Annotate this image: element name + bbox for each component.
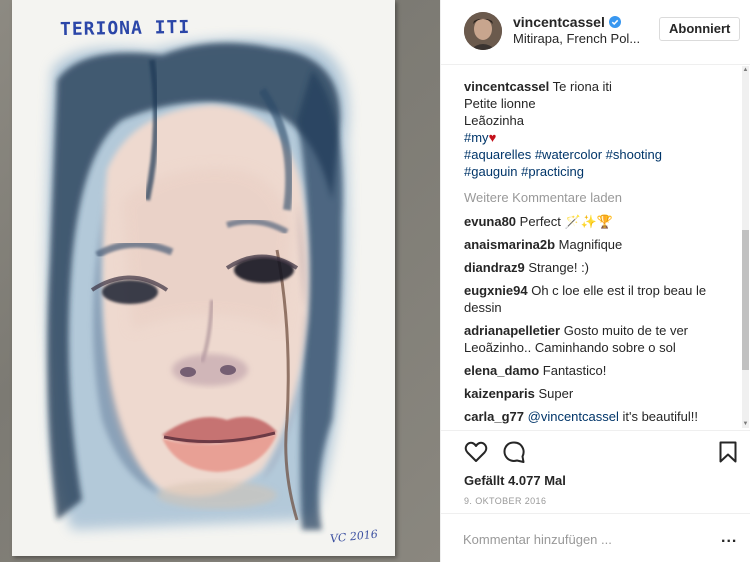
heart-icon[interactable] bbox=[463, 439, 489, 465]
comment-list: evuna80 Perfect 🪄✨🏆 anaismarina2b Magnif… bbox=[464, 213, 726, 430]
likes-count[interactable]: Gefällt 4.077 Mal bbox=[464, 473, 566, 488]
comment-text: Fantastico! bbox=[542, 363, 607, 378]
speech-bubble-icon[interactable] bbox=[501, 439, 527, 465]
post-header: vincentcassel Mitirapa, French Pol... Ab… bbox=[441, 0, 750, 65]
comment-author[interactable]: evuna80 bbox=[464, 214, 516, 229]
comments-area[interactable]: vincentcassel Te riona iti Petite lionne… bbox=[441, 64, 745, 430]
comment-text: Magnifique bbox=[558, 237, 623, 252]
comment-author[interactable]: anaismarina2b bbox=[464, 237, 555, 252]
caption-author[interactable]: vincentcassel bbox=[464, 79, 549, 94]
verified-badge-icon bbox=[608, 16, 621, 28]
avatar-image bbox=[464, 12, 502, 50]
watercolor-portrait bbox=[46, 38, 349, 531]
comment-text: Strange! :) bbox=[528, 260, 590, 275]
comment-author[interactable]: adrianapelletier bbox=[464, 323, 560, 338]
scroll-down-arrow-icon[interactable]: ▼ bbox=[742, 420, 749, 428]
comment: eugxnie94 Oh c loe elle est il trop beau… bbox=[464, 282, 726, 316]
comment-text: Super bbox=[538, 386, 574, 401]
post-caption: vincentcassel Te riona iti Petite lionne… bbox=[464, 78, 734, 180]
heart-emoji-icon: ♥ bbox=[488, 130, 497, 145]
scroll-up-arrow-icon[interactable]: ▲ bbox=[742, 66, 749, 74]
comment: elena_damo Fantastico! bbox=[464, 362, 726, 379]
comment: diandraz9 Strange! :) bbox=[464, 259, 726, 276]
comment: kaizenparis Super bbox=[464, 385, 726, 402]
avatar[interactable] bbox=[464, 12, 502, 50]
comment-text: Perfect 🪄✨🏆 bbox=[519, 214, 614, 229]
comment-author[interactable]: diandraz9 bbox=[464, 260, 525, 275]
caption-line-1: Te riona iti bbox=[552, 79, 612, 94]
add-comment-input[interactable] bbox=[463, 528, 683, 550]
post-photo[interactable]: TERIONA ITI VC 2016 bbox=[0, 0, 440, 562]
comment: adrianapelletier Gosto muito de te ver L… bbox=[464, 322, 726, 356]
post-location[interactable]: Mitirapa, French Pol... bbox=[513, 31, 643, 46]
caption-line-2: Petite lionne bbox=[464, 96, 536, 111]
caption-hashtags-1[interactable]: #aquarelles #watercolor #shooting bbox=[464, 146, 734, 163]
comment-author[interactable]: elena_damo bbox=[464, 363, 539, 378]
follow-button[interactable]: Abonniert bbox=[659, 17, 741, 41]
comment: evuna80 Perfect 🪄✨🏆 bbox=[464, 213, 726, 230]
comment: carla_g77 @vincentcassel it's beautiful!… bbox=[464, 408, 726, 425]
comment-text: it's beautiful!! bbox=[618, 409, 698, 424]
sketch-paper: TERIONA ITI VC 2016 bbox=[12, 0, 395, 556]
painting-title: TERIONA ITI bbox=[59, 16, 191, 41]
add-comment-bar: ... bbox=[441, 513, 750, 563]
more-options-icon[interactable]: ... bbox=[721, 528, 737, 548]
post-details-panel: vincentcassel Mitirapa, French Pol... Ab… bbox=[440, 0, 750, 562]
post-date[interactable]: 9. OKTOBER 2016 bbox=[464, 496, 546, 506]
comment-author[interactable]: carla_g77 bbox=[464, 409, 524, 424]
post-author[interactable]: vincentcassel bbox=[513, 14, 621, 30]
comment-mention[interactable]: @vincentcassel bbox=[528, 409, 619, 424]
comment: anaismarina2b Magnifique bbox=[464, 236, 726, 253]
hashtag-my[interactable]: #my bbox=[464, 130, 489, 145]
caption-line-3: Leãozinha bbox=[464, 113, 524, 128]
load-more-comments[interactable]: Weitere Kommentare laden bbox=[464, 190, 622, 205]
comments-scrollbar[interactable]: ▲ ▼ bbox=[742, 66, 749, 428]
bookmark-icon[interactable] bbox=[715, 439, 741, 465]
caption-hashtags-2[interactable]: #gauguin #practicing bbox=[464, 163, 734, 180]
scrollbar-thumb[interactable] bbox=[742, 230, 749, 370]
post-actions: Gefällt 4.077 Mal 9. OKTOBER 2016 bbox=[441, 430, 750, 513]
comment-author[interactable]: eugxnie94 bbox=[464, 283, 528, 298]
comment-author[interactable]: kaizenparis bbox=[464, 386, 535, 401]
post-author-name[interactable]: vincentcassel bbox=[513, 14, 605, 30]
